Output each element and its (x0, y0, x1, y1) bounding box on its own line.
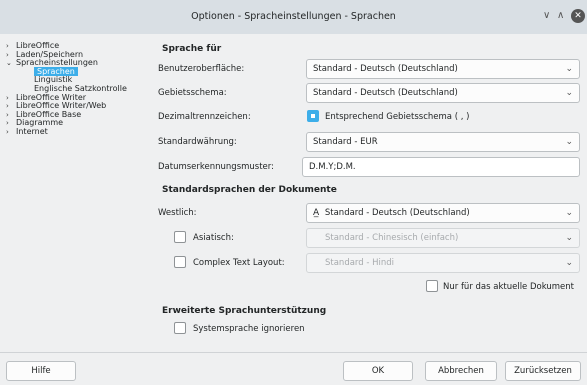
ok-button[interactable]: OK (343, 361, 413, 381)
asian-checkbox[interactable] (174, 231, 186, 243)
ui-language-value: Standard - Deutsch (Deutschland) (313, 64, 458, 74)
current-doc-checkbox[interactable] (426, 280, 438, 292)
ctl-checkbox[interactable] (174, 256, 186, 268)
tree-item[interactable]: Sprachen (6, 66, 152, 77)
chevron-right-icon[interactable]: › (6, 128, 16, 137)
locale-combo[interactable]: Standard - Deutsch (Deutschland) ⌄ (306, 83, 580, 103)
minimize-icon[interactable]: ∨ (543, 10, 550, 21)
tree-item-label: Spracheinstellungen (16, 58, 98, 68)
chevron-right-icon[interactable]: › (6, 102, 16, 111)
ui-language-combo[interactable]: Standard - Deutsch (Deutschland) ⌄ (306, 59, 580, 79)
options-tree[interactable]: › LibreOffice › Laden/Speichern ⌄ Spracheinst… (6, 41, 152, 352)
maximize-icon[interactable]: ∧ (557, 10, 564, 21)
chevron-right-icon[interactable]: › (6, 119, 16, 128)
currency-value: Standard - EUR (313, 137, 378, 147)
decimal-checkbox[interactable] (307, 110, 319, 122)
cancel-button[interactable]: Abbrechen (425, 361, 497, 381)
ignore-system-language-label[interactable]: Systemsprache ignorieren (193, 324, 305, 334)
decimal-label: Dezimaltrennzeichen: (158, 112, 251, 122)
western-value: Standard - Deutsch (Deutschland) (324, 208, 470, 218)
asian-combo: Standard - Chinesisch (einfach) ⌄ (306, 228, 580, 248)
tree-item[interactable]: ⌄ Spracheinstellungen (6, 58, 152, 68)
tree-item-label: Internet (16, 126, 48, 136)
current-doc-label[interactable]: Nur für das aktuelle Dokument (443, 282, 574, 292)
locale-label: Gebietsschema: (158, 88, 227, 98)
chevron-right-icon[interactable]: › (6, 94, 16, 103)
chevron-down-icon: ⌄ (565, 258, 573, 268)
help-button[interactable]: Hilfe (6, 361, 76, 381)
chevron-down-icon[interactable]: ⌄ (6, 59, 16, 68)
section-erweitert: Erweiterte Sprachunterstützung (162, 306, 327, 316)
currency-label: Standardwährung: (158, 137, 237, 147)
chevron-down-icon: ⌄ (565, 233, 573, 243)
date-pattern-input[interactable]: D.M.Y;D.M. (302, 157, 580, 177)
asian-label[interactable]: Asiatisch: (193, 233, 234, 243)
locale-value: Standard - Deutsch (Deutschland) (313, 88, 458, 98)
section-sprache-fuer: Sprache für (162, 44, 222, 54)
ctl-value: Standard - Hindi (325, 258, 395, 268)
chevron-down-icon: ⌄ (565, 64, 573, 74)
chevron-right-icon[interactable]: › (6, 42, 16, 51)
chevron-right-icon[interactable]: › (6, 51, 16, 60)
chevron-down-icon: ⌄ (565, 88, 573, 98)
section-standardsprachen: Standardsprachen der Dokumente (162, 185, 337, 195)
chevron-right-icon[interactable]: › (6, 111, 16, 120)
decimal-checkbox-label[interactable]: Entsprechend Gebietsschema ( , ) (325, 112, 469, 122)
footer-divider (0, 352, 587, 353)
tree-item[interactable]: › Internet (6, 126, 152, 137)
window-title: Optionen - Spracheinstellungen - Sprache… (191, 11, 396, 22)
spellcheck-icon: A̲ (313, 208, 320, 218)
ctl-label[interactable]: Complex Text Layout: (193, 258, 285, 268)
close-icon[interactable]: ✕ (571, 9, 585, 23)
western-label: Westlich: (158, 208, 197, 218)
ctl-combo: Standard - Hindi ⌄ (306, 253, 580, 273)
ui-language-label: Benutzeroberfläche: (158, 64, 245, 74)
chevron-down-icon: ⌄ (565, 208, 573, 218)
ignore-system-language-checkbox[interactable] (174, 322, 186, 334)
date-pattern-label: Datumserkennungsmuster: (158, 162, 274, 172)
reset-button[interactable]: Zurücksetzen (505, 361, 581, 381)
chevron-down-icon: ⌄ (565, 137, 573, 147)
western-combo[interactable]: A̲ Standard - Deutsch (Deutschland) ⌄ (306, 203, 580, 223)
window-titlebar: Optionen - Spracheinstellungen - Sprache… (0, 0, 587, 34)
currency-combo[interactable]: Standard - EUR ⌄ (306, 132, 580, 152)
asian-value: Standard - Chinesisch (einfach) (325, 233, 459, 243)
